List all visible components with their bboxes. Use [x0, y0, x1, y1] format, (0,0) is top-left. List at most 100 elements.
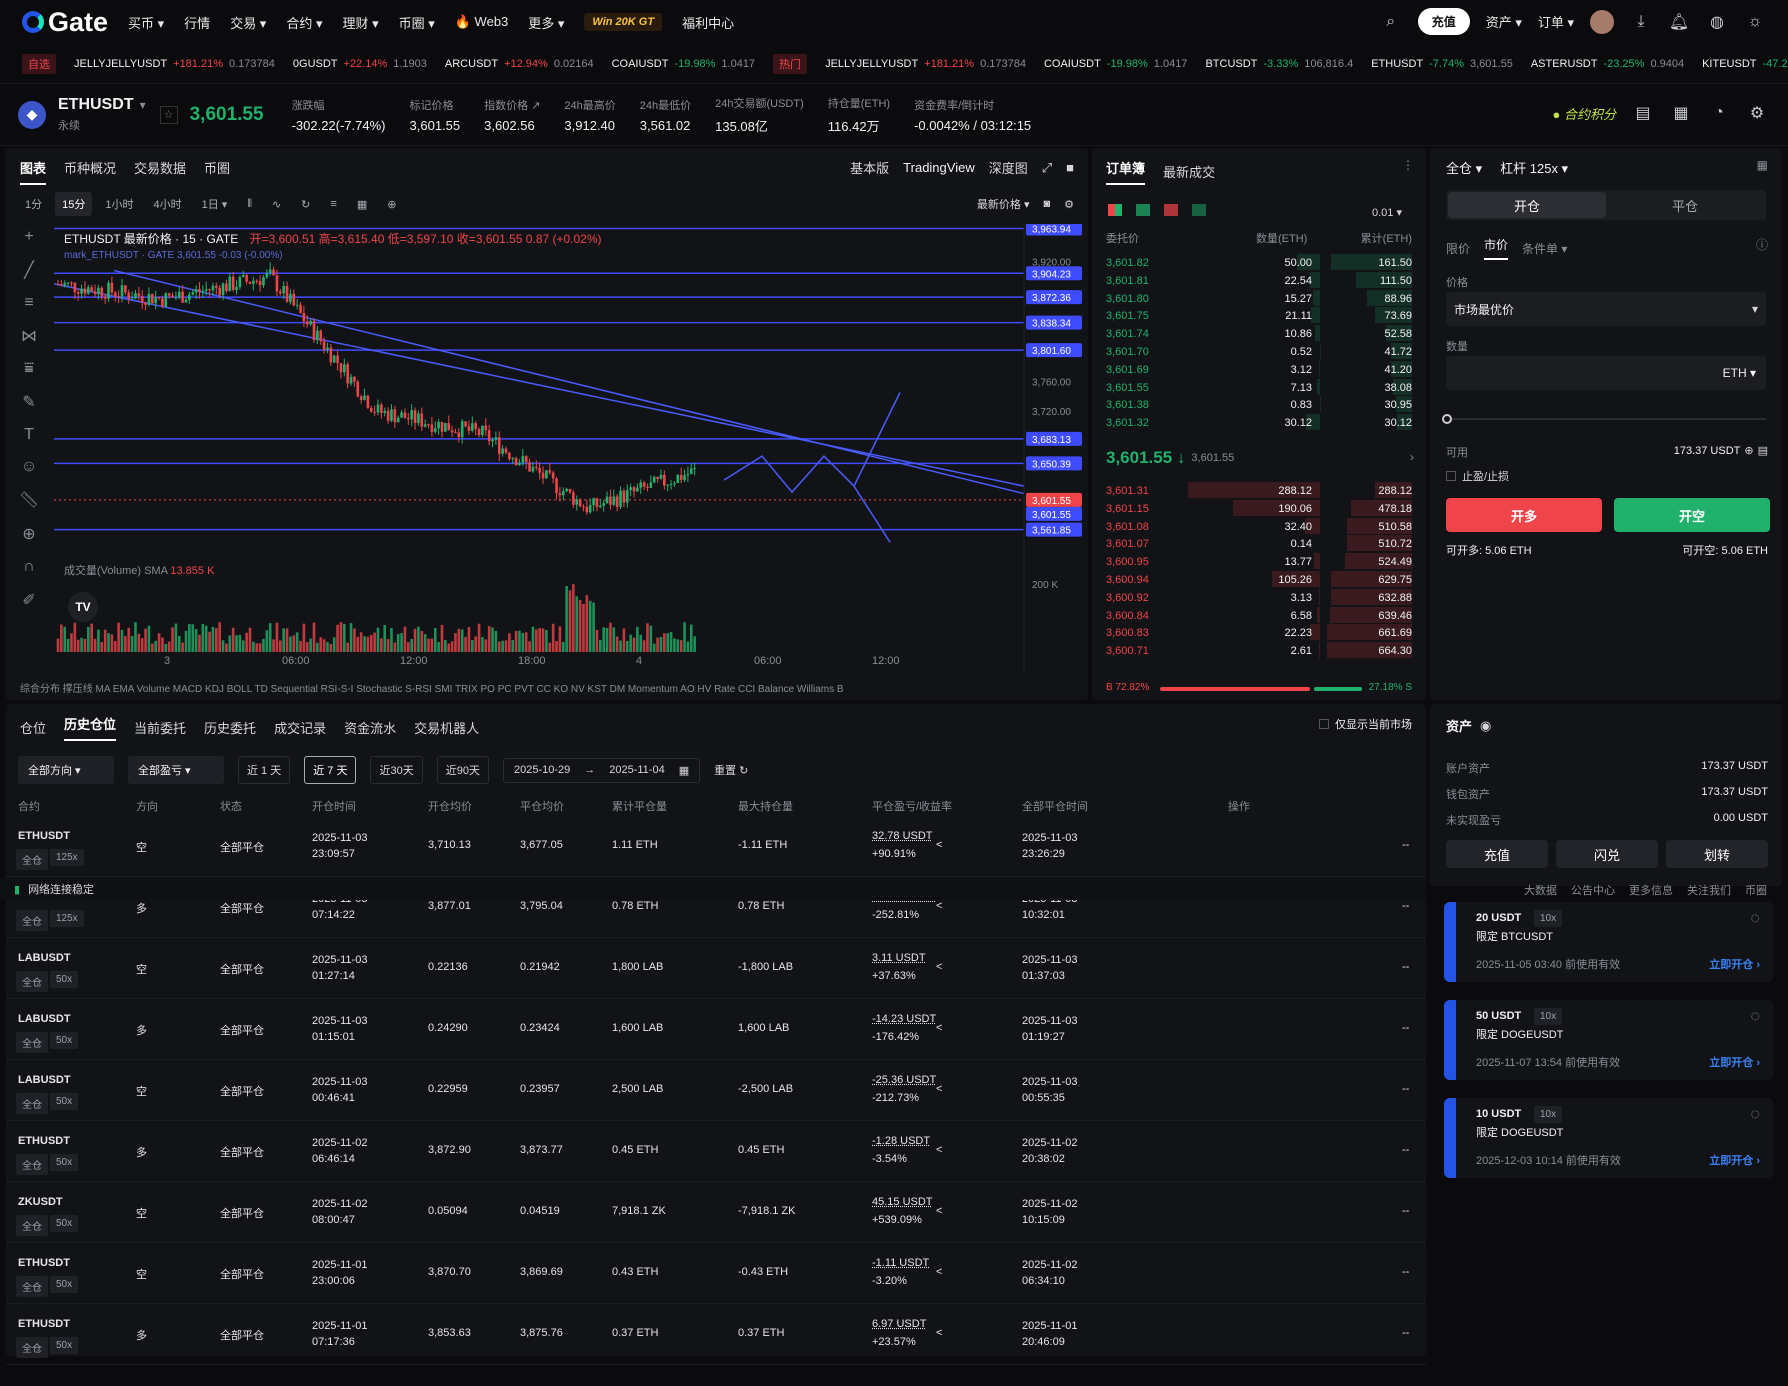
coupon-open-link[interactable]: 立即开仓 ›	[1709, 1054, 1760, 1070]
close-tab[interactable]: 平仓	[1606, 192, 1764, 218]
settings-gear-icon[interactable]: ⚙	[1746, 102, 1768, 124]
view-asks-icon[interactable]	[1164, 204, 1178, 216]
order-type-conditional[interactable]: 条件单 ▾	[1522, 240, 1567, 257]
row-action[interactable]: --	[1402, 1022, 1409, 1034]
price-source-select[interactable]: 最新价格 ▾	[977, 196, 1030, 212]
view-tradingview[interactable]: TradingView	[903, 160, 975, 175]
bid-row[interactable]: 3,600.71 2.61 664.30	[1106, 642, 1412, 660]
share-icon[interactable]: <	[936, 839, 942, 851]
ticker-tag-hot[interactable]: 热门	[773, 53, 808, 74]
eye-icon[interactable]: ◉	[1480, 718, 1491, 734]
tab-coin-overview[interactable]: 币种概况	[64, 158, 116, 185]
precision-select[interactable]: 0.01 ▾	[1372, 206, 1402, 219]
slider-handle[interactable]	[1442, 414, 1452, 424]
symbol-name[interactable]: ETHUSDT	[58, 96, 134, 114]
nav-buy-crypto[interactable]: 买币 ▾	[128, 13, 164, 32]
row-symbol[interactable]: ZKUSDT	[18, 1196, 63, 1208]
open-tab[interactable]: 开仓	[1448, 192, 1606, 218]
price-chart[interactable]: 3,963.94 3,904.23 3,872.36 3,838.34 3,801.60…	[54, 224, 1088, 670]
row-action[interactable]: --	[1402, 1083, 1409, 1095]
zoom-icon[interactable]: ⊕	[22, 524, 35, 544]
view-depth[interactable]: 深度图	[989, 158, 1028, 177]
bid-row[interactable]: 3,601.08 32.40 510.58	[1106, 517, 1412, 536]
alert-icon[interactable]: ◔	[1708, 102, 1730, 124]
ticker-item[interactable]: JELLYJELLYUSDT +181.21% 0.173784	[74, 58, 275, 70]
row-symbol[interactable]: ETHUSDT	[18, 1135, 70, 1147]
coupon-open-link[interactable]: 立即开仓 ›	[1709, 1152, 1760, 1168]
history-tab[interactable]: 资金流水	[344, 718, 396, 737]
history-row[interactable]: ETHUSDT 全仓 50x 多 全部平仓 2025-11-01 07:17:36 3,853…	[6, 1304, 1426, 1365]
ask-row[interactable]: 3,601.82 50.00 161.50	[1106, 254, 1412, 272]
search-icon[interactable]: ⌕	[1380, 11, 1402, 33]
tf-1h[interactable]: 1小时	[98, 192, 140, 216]
row-action[interactable]: --	[1402, 1327, 1409, 1339]
ask-row[interactable]: 3,601.55 7.13 38.08	[1106, 378, 1412, 397]
ticker-hot-item[interactable]: KITEUSDT -47.27%	[1702, 58, 1788, 70]
view-basic[interactable]: 基本版	[850, 158, 889, 177]
nav-trade[interactable]: 交易 ▾	[230, 13, 266, 32]
row-symbol[interactable]: LABUSDT	[18, 1074, 71, 1086]
fib-icon[interactable]: ≡	[24, 294, 33, 312]
link-follow-us[interactable]: 关注我们	[1687, 882, 1731, 898]
ticker-item[interactable]: ARCUSDT +12.94% 0.02164	[445, 58, 594, 70]
bid-row[interactable]: 3,601.07 0.14 510.72	[1106, 535, 1412, 553]
ticker-hot-item[interactable]: ETHUSDT -7.74% 3,601.55	[1371, 58, 1513, 70]
bid-row[interactable]: 3,600.84 6.58 639.46	[1106, 606, 1412, 625]
favorite-star-icon[interactable]: ☆	[159, 105, 178, 124]
tab-recent-trades[interactable]: 最新成交	[1163, 162, 1215, 181]
share-icon[interactable]: <	[936, 900, 942, 912]
row-symbol[interactable]: ETHUSDT	[18, 1318, 70, 1330]
ticker-hot-item[interactable]: COAIUSDT -19.98% 1.0417	[1044, 58, 1187, 70]
nav-web3[interactable]: 🔥 Web3	[455, 14, 509, 30]
coupon-card[interactable]: 50 USDT 10x 限定 DOGEUSDT 2025-11-07 13:54 前使…	[1444, 1000, 1774, 1080]
leverage-select[interactable]: 杠杆 125x ▾	[1500, 158, 1568, 177]
transfer-plus-icon[interactable]: ⊕	[1744, 444, 1753, 457]
share-icon[interactable]: <	[936, 1022, 942, 1034]
add-icon[interactable]: ⊕	[380, 194, 403, 215]
nav-square[interactable]: 币圈 ▾	[399, 13, 435, 32]
pnl-filter[interactable]: 全部盈亏 ▾	[128, 756, 224, 784]
contract-points[interactable]: ● 合约积分	[1553, 104, 1617, 123]
history-row[interactable]: ZKUSDT 全仓 50x 空 全部平仓 2025-11-02 08:00:47 0.0509…	[6, 1182, 1426, 1243]
deposit-button[interactable]: 充值	[1417, 8, 1470, 35]
indicator-list[interactable]: 综合分布 撑压线 MA EMA Volume MACD KDJ BOLL TD …	[20, 680, 844, 695]
asset-convert-button[interactable]: 闪兑	[1556, 840, 1658, 868]
range-7d[interactable]: 近 7 天	[304, 756, 357, 784]
ask-row[interactable]: 3,601.74 10.86 52.58	[1106, 325, 1412, 343]
indicator-icon[interactable]: ∿	[265, 194, 288, 215]
qty-slider[interactable]	[1442, 414, 1766, 424]
nav-futures[interactable]: 合约 ▾	[286, 13, 322, 32]
history-tab[interactable]: 当前委托	[134, 718, 186, 737]
share-icon[interactable]: <	[936, 961, 942, 973]
history-row[interactable]: LABUSDT 全仓 50x 空 全部平仓 2025-11-03 00:46:41 0.229…	[6, 1060, 1426, 1121]
ask-row[interactable]: 3,601.32 30.12 30.12	[1106, 414, 1412, 432]
history-row[interactable]: ETHUSDT 全仓 50x 多 全部平仓 2025-11-02 06:46:14 3,872…	[6, 1121, 1426, 1182]
nav-orders[interactable]: 订单 ▾	[1538, 12, 1574, 31]
camera-icon[interactable]: ◙	[1043, 198, 1050, 210]
projection-icon[interactable]: ⩸	[24, 360, 34, 378]
crosshair-icon[interactable]: +	[24, 228, 33, 246]
bid-row[interactable]: 3,600.94 105.26 629.75	[1106, 571, 1412, 589]
ticker-tag-favorites[interactable]: 自选	[22, 53, 56, 74]
promo-banner[interactable]: Win 20K GT	[584, 13, 663, 31]
share-icon[interactable]: <	[936, 1327, 942, 1339]
text-tool-icon[interactable]: T	[24, 426, 34, 444]
candle-type-icon[interactable]: ⫴	[240, 194, 259, 215]
tf-1m[interactable]: 1分	[18, 192, 49, 216]
date-range-picker[interactable]: 2025-10-29 → 2025-11-04 ▦	[502, 757, 701, 783]
row-symbol[interactable]: LABUSDT	[18, 952, 71, 964]
calc-icon[interactable]: ▦	[1670, 102, 1692, 124]
bell-icon[interactable]: 🔔︎	[1668, 11, 1690, 33]
bid-row[interactable]: 3,601.31 288.12 288.12	[1106, 482, 1412, 500]
ask-row[interactable]: 3,601.75 21.11 73.69	[1106, 307, 1412, 325]
history-row[interactable]: ETHUSDT 全仓 125x 空 全部平仓 2025-11-03 23:09:57 3,71…	[6, 816, 1426, 877]
history-row[interactable]: LABUSDT 全仓 50x 多 全部平仓 2025-11-03 01:15:01 0.242…	[6, 999, 1426, 1060]
ruler-icon[interactable]: 📏︎	[19, 490, 39, 510]
expand-icon[interactable]: ⤢	[1042, 160, 1052, 176]
bid-row[interactable]: 3,601.15 190.06 478.18	[1106, 499, 1412, 518]
ticker-hot-item[interactable]: ASTERUSDT -23.25% 0.9404	[1531, 58, 1684, 70]
view-trades-icon[interactable]	[1192, 204, 1206, 216]
coupon-card[interactable]: 10 USDT 10x 限定 DOGEUSDT 2025-12-03 10:14 前使…	[1444, 1098, 1774, 1178]
template-icon[interactable]: ≡	[323, 194, 343, 214]
bid-row[interactable]: 3,600.95 13.77 524.49	[1106, 553, 1412, 571]
